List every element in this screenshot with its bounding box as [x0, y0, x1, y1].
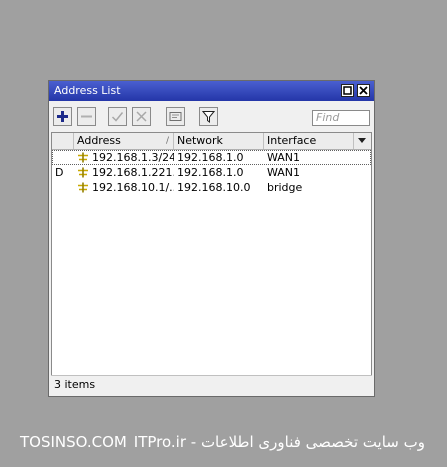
row-network: 192.168.10.0: [177, 181, 251, 194]
row-network: 192.168.1.0: [177, 151, 244, 164]
comment-button[interactable]: [166, 107, 185, 126]
table-row[interactable]: D 192.168.1.221... 192.168.1.0 WAN1: [52, 165, 371, 180]
table-header: Address / Network Interface: [52, 133, 371, 150]
plus-icon: [57, 111, 68, 122]
enable-button[interactable]: [108, 107, 127, 126]
row-interface: WAN1: [267, 166, 301, 179]
address-row-icon: [78, 152, 88, 163]
row-address: 192.168.10.1/...: [92, 181, 174, 194]
watermark-right: ITPro.ir - وب سایت تخصصی فناوری اطلاعات: [133, 433, 425, 451]
minus-icon: [81, 115, 92, 118]
comment-icon: [169, 112, 182, 121]
restore-icon[interactable]: [341, 84, 354, 97]
interface-column-header[interactable]: Interface: [264, 133, 354, 149]
address-row-icon: [78, 182, 88, 193]
status-bar: 3 items: [51, 375, 372, 393]
column-menu-button[interactable]: [354, 133, 371, 149]
address-table: Address / Network Interface 192.168.1.3/…: [51, 132, 372, 376]
remove-button[interactable]: [77, 107, 96, 126]
row-interface: bridge: [267, 181, 303, 194]
sort-indicator-icon: /: [165, 136, 169, 146]
window-title: Address List: [54, 84, 121, 97]
row-flag: [55, 180, 71, 195]
row-address: 192.168.1.221...: [92, 166, 174, 179]
row-network: 192.168.1.0: [177, 166, 244, 179]
flag-column-header[interactable]: [52, 133, 74, 149]
row-address: 192.168.1.3/24: [92, 151, 174, 164]
table-row[interactable]: 192.168.10.1/... 192.168.10.0 bridge: [52, 180, 371, 195]
watermark: TOSINSO.COM ITPro.ir - وب سایت تخصصی فنا…: [0, 433, 447, 455]
address-list-window: Address List Find Address / Network Inte…: [48, 80, 375, 397]
window-titlebar[interactable]: Address List: [49, 81, 374, 101]
row-interface: WAN1: [267, 151, 301, 164]
watermark-left: TOSINSO.COM: [20, 433, 127, 451]
toolbar: Find: [49, 104, 374, 132]
x-icon: [136, 111, 147, 122]
row-flag: [55, 150, 71, 165]
disable-button[interactable]: [132, 107, 151, 126]
table-row[interactable]: 192.168.1.3/24 192.168.1.0 WAN1: [52, 150, 371, 165]
add-button[interactable]: [53, 107, 72, 126]
item-count: 3 items: [54, 378, 96, 391]
address-row-icon: [78, 167, 88, 178]
address-column-header[interactable]: Address /: [74, 133, 174, 149]
check-icon: [111, 112, 124, 122]
close-icon[interactable]: [357, 84, 370, 97]
filter-icon: [201, 111, 216, 123]
find-input[interactable]: Find: [312, 110, 370, 126]
network-column-header[interactable]: Network: [174, 133, 264, 149]
row-flag: D: [55, 166, 64, 179]
filter-button[interactable]: [199, 107, 218, 126]
chevron-down-icon: [358, 138, 366, 143]
